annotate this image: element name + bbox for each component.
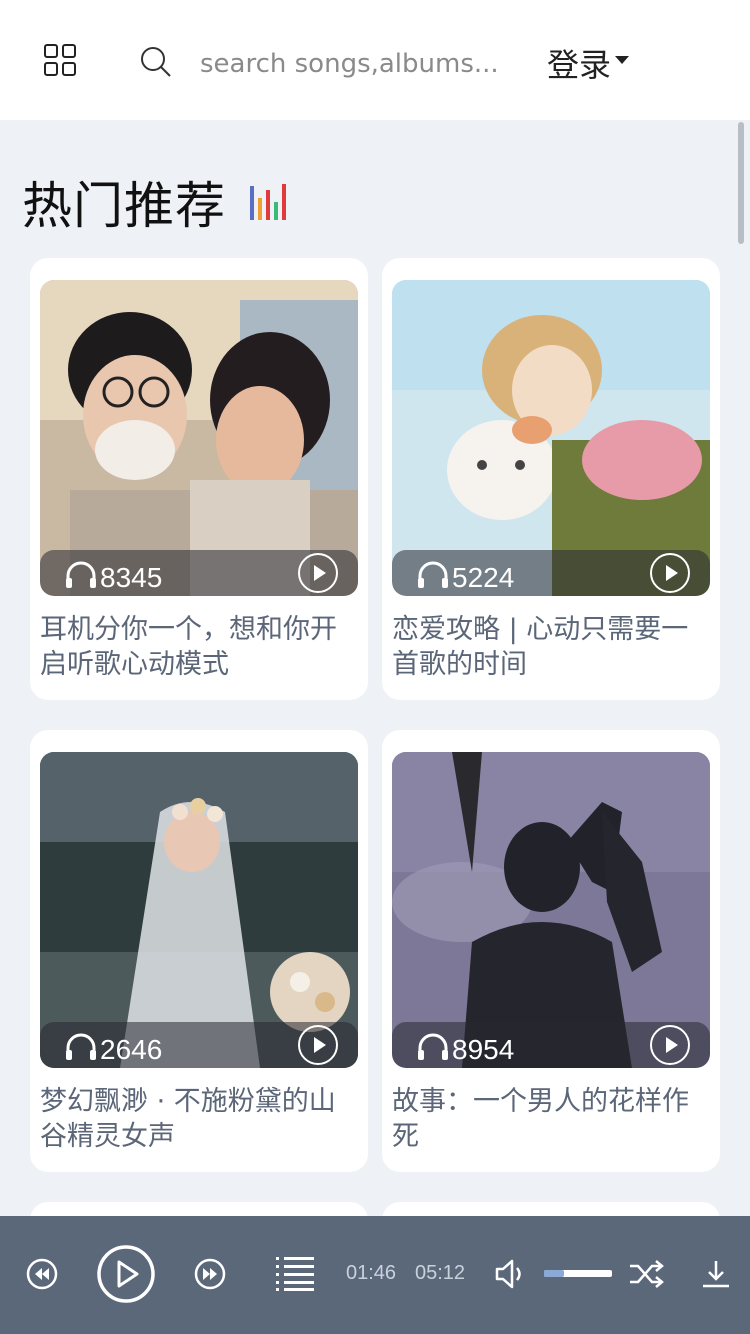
- top-bar: 登录: [0, 0, 750, 120]
- next-icon[interactable]: [194, 1258, 226, 1290]
- play-count: 8345: [100, 562, 163, 593]
- play-button[interactable]: [298, 553, 338, 593]
- volume-slider[interactable]: [544, 1270, 612, 1277]
- playlist-card[interactable]: 2646 梦幻飘渺 · 不施粉黛的山谷精灵女声: [30, 730, 368, 1172]
- cover-overlay: 8345: [40, 550, 358, 596]
- download-icon[interactable]: [700, 1258, 732, 1290]
- cover-overlay: 8954: [392, 1022, 710, 1068]
- headphones-icon: [418, 1033, 448, 1060]
- bar-chart-icon: [250, 184, 286, 220]
- playlist-card[interactable]: 5224 恋爱攻略 | 心动只需要一首歌的时间: [382, 258, 720, 700]
- volume-level: [544, 1270, 565, 1277]
- headphones-icon: [418, 561, 448, 588]
- cover-overlay: 2646: [40, 1022, 358, 1068]
- playlist-card[interactable]: 8345 耳机分你一个，想和你开启听歌心动模式: [30, 258, 368, 700]
- playlist-icon[interactable]: [276, 1256, 316, 1292]
- page-scrollbar[interactable]: [738, 122, 744, 244]
- playlist-cover: 8345: [40, 280, 358, 596]
- playlist-title[interactable]: 故事：一个男人的花样作死: [392, 1084, 708, 1154]
- shuffle-icon[interactable]: [628, 1258, 664, 1290]
- play-pause-icon[interactable]: [96, 1244, 156, 1304]
- play-count: 5224: [452, 562, 515, 593]
- play-button[interactable]: [298, 1025, 338, 1065]
- caret-down-icon: [615, 56, 630, 64]
- playlist-cover: 5224: [392, 280, 710, 596]
- previous-icon[interactable]: [26, 1258, 58, 1290]
- playlist-cover: 8954: [392, 752, 710, 1068]
- playlist-title[interactable]: 梦幻飘渺 · 不施粉黛的山谷精灵女声: [40, 1084, 356, 1154]
- search-icon[interactable]: [139, 45, 173, 79]
- playlist-cover: 2646: [40, 752, 358, 1068]
- login-label: 登录: [547, 46, 612, 84]
- section-header: 热门推荐: [22, 170, 288, 235]
- play-button[interactable]: [650, 1025, 690, 1065]
- grid-menu-icon[interactable]: [44, 44, 76, 76]
- section-title: 热门推荐: [22, 177, 226, 235]
- login-dropdown[interactable]: 登录: [547, 40, 630, 86]
- play-count: 2646: [100, 1034, 163, 1065]
- headphones-icon: [66, 1033, 96, 1060]
- search-input[interactable]: [200, 42, 500, 86]
- playlist-title[interactable]: 耳机分你一个，想和你开启听歌心动模式: [40, 612, 356, 682]
- playlist-card[interactable]: 8954 故事：一个男人的花样作死: [382, 730, 720, 1172]
- volume-icon[interactable]: [494, 1258, 526, 1290]
- play-count: 8954: [452, 1034, 515, 1065]
- headphones-icon: [66, 561, 96, 588]
- cover-overlay: 5224: [392, 550, 710, 596]
- current-time: 01:46: [346, 1262, 397, 1284]
- playlist-title[interactable]: 恋爱攻略 | 心动只需要一首歌的时间: [392, 612, 708, 682]
- total-time: 05:12: [415, 1262, 466, 1284]
- play-button[interactable]: [650, 553, 690, 593]
